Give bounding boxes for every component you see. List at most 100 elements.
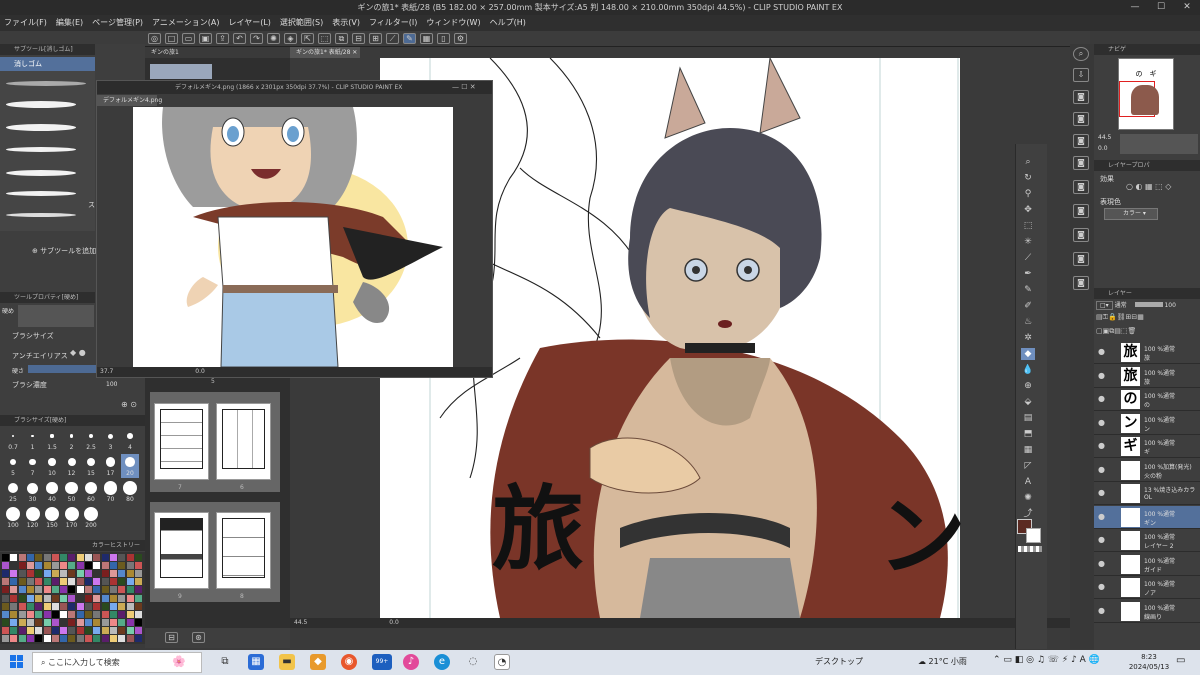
color-swatch[interactable] bbox=[85, 610, 92, 618]
visibility-eye-icon[interactable]: ● bbox=[1098, 488, 1105, 497]
color-swatch[interactable] bbox=[18, 602, 26, 610]
firefox-icon[interactable]: ◉ bbox=[341, 654, 357, 670]
fill-icon[interactable]: ◈ bbox=[284, 33, 297, 44]
camera-icon[interactable]: ◙ bbox=[1073, 276, 1089, 290]
color-swatch[interactable] bbox=[101, 635, 109, 642]
navigator-preview[interactable]: の ギ bbox=[1118, 58, 1174, 130]
opacity-value[interactable]: 100 bbox=[1164, 302, 1175, 309]
color-swatch[interactable] bbox=[126, 562, 134, 570]
brush-size-cell[interactable]: 40 bbox=[43, 480, 61, 504]
brush-size-cell[interactable]: 12 bbox=[63, 454, 81, 478]
brush-size-cell[interactable]: 25 bbox=[4, 480, 22, 504]
display-color-select[interactable]: カラー ▾ bbox=[1104, 208, 1158, 220]
add-subtool-button[interactable]: ⊕ サブツールを追加 bbox=[32, 246, 96, 256]
color-swatch[interactable] bbox=[134, 594, 142, 602]
color-swatch[interactable] bbox=[93, 562, 101, 570]
menu-edit[interactable]: 編集(E) bbox=[56, 18, 83, 27]
snap-ruler-icon[interactable]: ⟋ bbox=[386, 33, 399, 44]
layer-row[interactable]: ● ン 100 %通常ン bbox=[1094, 412, 1200, 435]
layer-row[interactable]: ● 旅 100 %通常旅 bbox=[1094, 365, 1200, 388]
undo-icon[interactable]: ↶ bbox=[233, 33, 246, 44]
deselect-icon[interactable]: ⬚ bbox=[318, 33, 331, 44]
brush-size-cell[interactable]: 7 bbox=[24, 454, 42, 478]
color-swatch[interactable] bbox=[43, 635, 51, 642]
mail-icon[interactable]: 99+ bbox=[372, 654, 392, 670]
decoration-icon[interactable]: ✲ bbox=[1021, 332, 1035, 344]
layer-row[interactable]: ● 100 %通常 ギン bbox=[1094, 505, 1200, 529]
color-swatch[interactable] bbox=[43, 570, 51, 578]
frame-icon[interactable]: ▦ bbox=[1021, 444, 1035, 456]
pencil-tool-icon[interactable]: ✎ bbox=[1021, 284, 1035, 296]
camera-icon[interactable]: ◙ bbox=[1073, 204, 1089, 218]
color-swatch[interactable] bbox=[60, 586, 68, 594]
color-swatch[interactable] bbox=[118, 578, 126, 586]
color-swatch[interactable] bbox=[26, 562, 34, 570]
color-swatch[interactable] bbox=[60, 618, 68, 626]
color-swatch[interactable] bbox=[35, 570, 43, 578]
chat-icon[interactable]: ◔ bbox=[494, 654, 510, 670]
brush-size-cell[interactable]: 70 bbox=[102, 480, 120, 504]
color-swatch[interactable] bbox=[26, 635, 34, 642]
color-swatch[interactable] bbox=[43, 562, 51, 570]
brush-size-cell[interactable]: 150 bbox=[43, 506, 61, 530]
color-swatch[interactable] bbox=[85, 570, 92, 578]
color-swatch[interactable] bbox=[85, 562, 92, 570]
menu-select[interactable]: 選択範囲(S) bbox=[280, 18, 323, 27]
color-swatch[interactable] bbox=[68, 602, 76, 610]
close-button[interactable]: ✕ bbox=[1174, 0, 1200, 15]
page-thumb[interactable] bbox=[154, 403, 209, 480]
blend-mode-value[interactable]: 通常 bbox=[1115, 302, 1127, 309]
layer-toolbar[interactable]: ▤⚿🔒⛓⊞⊟▦ bbox=[1096, 313, 1200, 325]
navigator-zoom[interactable]: 44.5 bbox=[1098, 134, 1111, 141]
color-swatch[interactable] bbox=[60, 562, 68, 570]
bucket-icon[interactable]: ⬙ bbox=[1021, 396, 1035, 408]
color-swatch[interactable] bbox=[126, 578, 134, 586]
color-swatch[interactable] bbox=[85, 586, 92, 594]
menu-layer[interactable]: レイヤー(L) bbox=[228, 18, 270, 27]
layer-row[interactable]: ● 100 %通常 ガイド bbox=[1094, 553, 1200, 576]
visibility-eye-icon[interactable]: ● bbox=[1098, 512, 1105, 521]
color-swatch[interactable] bbox=[18, 635, 26, 642]
grid-icon[interactable]: ▦ bbox=[420, 33, 433, 44]
brush-size-cell[interactable]: 30 bbox=[24, 480, 42, 504]
color-swatch[interactable] bbox=[18, 586, 26, 594]
color-swatch[interactable] bbox=[10, 618, 18, 626]
color-swatch[interactable] bbox=[10, 554, 18, 561]
color-swatch[interactable] bbox=[51, 570, 59, 578]
color-swatch[interactable] bbox=[51, 562, 59, 570]
color-swatch[interactable] bbox=[18, 610, 26, 618]
color-swatch[interactable] bbox=[10, 635, 18, 642]
navigator-angle[interactable]: 0.0 bbox=[1098, 145, 1108, 152]
color-swatch[interactable] bbox=[26, 610, 34, 618]
color-swatch[interactable] bbox=[35, 554, 43, 561]
app-icon[interactable]: ◎ bbox=[148, 33, 161, 44]
subtool-active[interactable]: 消しゴム bbox=[0, 57, 95, 71]
camera-icon[interactable]: ◙ bbox=[1073, 90, 1089, 104]
start-button[interactable] bbox=[10, 655, 24, 669]
color-swatch[interactable] bbox=[43, 586, 51, 594]
blend-mode-select[interactable]: □▾ bbox=[1096, 301, 1113, 310]
save-icon[interactable]: ▣ bbox=[199, 33, 212, 44]
color-swatch[interactable] bbox=[26, 586, 34, 594]
color-swatch[interactable] bbox=[126, 635, 134, 642]
ruler-icon[interactable]: ⊟ bbox=[352, 33, 365, 44]
color-swatch[interactable] bbox=[118, 635, 126, 642]
color-swatch[interactable] bbox=[26, 618, 34, 626]
color-swatch[interactable] bbox=[18, 562, 26, 570]
color-swatch[interactable] bbox=[101, 602, 109, 610]
page-settings-icon[interactable]: ⊛ bbox=[192, 632, 205, 643]
color-swatch[interactable] bbox=[68, 635, 76, 642]
color-swatch[interactable] bbox=[93, 618, 101, 626]
visibility-eye-icon[interactable]: ● bbox=[1098, 465, 1105, 474]
color-swatch[interactable] bbox=[43, 578, 51, 586]
color-swatch[interactable] bbox=[2, 602, 9, 610]
color-swatch[interactable] bbox=[35, 635, 43, 642]
color-swatch[interactable] bbox=[35, 610, 43, 618]
color-swatch[interactable] bbox=[109, 635, 117, 642]
operation-tool-icon[interactable]: ⚲ bbox=[1021, 188, 1035, 200]
color-swatch[interactable] bbox=[76, 594, 84, 602]
color-swatch[interactable] bbox=[10, 594, 18, 602]
brush-size-cell[interactable]: 4 bbox=[121, 428, 139, 452]
color-swatch[interactable] bbox=[134, 602, 142, 610]
color-swatch[interactable] bbox=[10, 626, 18, 634]
